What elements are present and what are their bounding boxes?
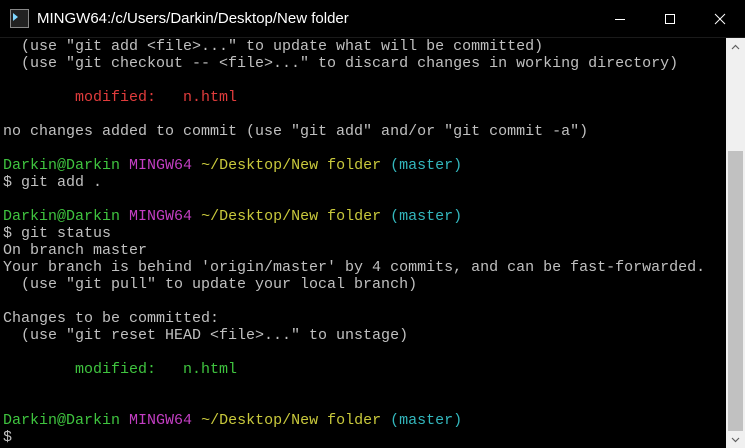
terminal-line: Changes to be committed: [3, 310, 220, 327]
terminal-line: modified: n.html [0, 361, 726, 378]
terminal-line: Your branch is behind 'origin/master' by… [3, 259, 706, 276]
prompt-line: Darkin@Darkin MINGW64 ~/Desktop/New fold… [0, 157, 726, 174]
terminal-line: (use "git add <file>..." to update what … [3, 38, 544, 55]
modified-label-unstaged: modified: [3, 89, 184, 106]
prompt-path: ~/Desktop/New folder [201, 208, 382, 225]
command-line: $ git add . [3, 174, 103, 191]
prompt-symbol: $ [3, 429, 13, 446]
prompt-branch: (master) [390, 208, 463, 225]
minimize-button[interactable] [595, 0, 645, 37]
prompt-branch: (master) [390, 157, 463, 174]
terminal-line: (use "git reset HEAD <file>..." to unsta… [3, 327, 409, 344]
maximize-button[interactable] [645, 0, 695, 37]
terminal-output[interactable]: (use "git add <file>..." to update what … [0, 38, 726, 448]
scroll-up-button[interactable] [726, 38, 745, 55]
command-line: $ git status [3, 225, 112, 242]
chevron-up-icon [731, 44, 740, 49]
command-input-line[interactable]: $ [0, 429, 726, 446]
prompt-path: ~/Desktop/New folder [201, 157, 382, 174]
title-bar[interactable]: MINGW64:/c/Users/Darkin/Desktop/New fold… [0, 0, 745, 38]
maximize-icon [665, 13, 675, 24]
prompt-system: MINGW64 [129, 412, 193, 429]
scroll-down-button[interactable] [726, 431, 745, 448]
prompt-branch: (master) [390, 412, 463, 429]
prompt-user: Darkin@Darkin [3, 208, 121, 225]
prompt-system: MINGW64 [129, 208, 193, 225]
window-title: MINGW64:/c/Users/Darkin/Desktop/New fold… [37, 10, 349, 27]
prompt-line: Darkin@Darkin MINGW64 ~/Desktop/New fold… [0, 412, 726, 429]
prompt-system: MINGW64 [129, 157, 193, 174]
prompt-user: Darkin@Darkin [3, 157, 121, 174]
prompt-user: Darkin@Darkin [3, 412, 121, 429]
terminal-line: modified: n.html [0, 89, 726, 106]
vertical-scrollbar[interactable] [726, 38, 745, 448]
terminal-line: (use "git pull" to update your local bra… [3, 276, 418, 293]
prompt-line: Darkin@Darkin MINGW64 ~/Desktop/New fold… [0, 208, 726, 225]
modified-label-staged: modified: [3, 361, 184, 378]
prompt-path: ~/Desktop/New folder [201, 412, 382, 429]
git-bash-icon [10, 9, 29, 28]
modified-file-staged: n.html [183, 361, 238, 378]
minimize-icon [615, 18, 625, 20]
terminal-line: On branch master [3, 242, 148, 259]
modified-file-unstaged: n.html [183, 89, 238, 106]
terminal-line: no changes added to commit (use "git add… [3, 123, 589, 140]
terminal-line: (use "git checkout -- <file>..." to disc… [3, 55, 679, 72]
chevron-down-icon [731, 437, 740, 442]
close-button[interactable] [695, 0, 745, 37]
scrollbar-thumb[interactable] [728, 151, 743, 431]
window-controls [595, 0, 745, 37]
close-icon [714, 13, 726, 24]
